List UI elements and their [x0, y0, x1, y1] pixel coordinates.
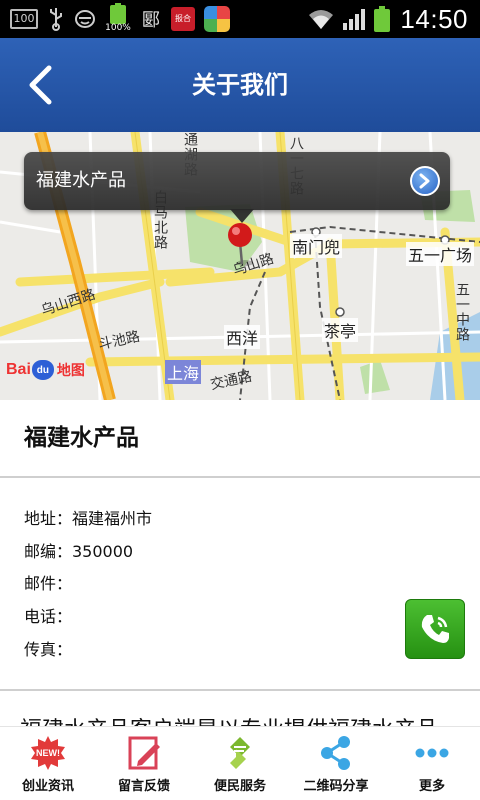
usb-icon — [47, 6, 65, 32]
company-name: 福建水产品 — [24, 425, 139, 451]
service-icon — [222, 735, 258, 771]
bottom-tab-bar: NEW! 创业资讯 留言反馈 便民服务 二维码分享 更多 — [0, 726, 480, 800]
battery-percent-text: 100% — [105, 23, 131, 33]
more-icon — [414, 735, 450, 771]
tab-more[interactable]: 更多 — [384, 727, 480, 800]
place-label-shanghai: 上海 — [165, 360, 202, 384]
email-row[interactable]: 邮件： — [24, 570, 72, 594]
postcode-row: 邮编：350000 — [24, 542, 134, 561]
tab-business-news[interactable]: NEW! 创业资讯 — [0, 727, 96, 800]
status-bar: 100 100% 郾 报合 14:50 — [0, 0, 480, 38]
place-label-xiyang: 西洋 — [224, 325, 261, 349]
phone-icon — [421, 615, 449, 643]
chevron-right-icon — [419, 173, 430, 189]
place-label-nanmendou: 南门兜 — [290, 234, 343, 258]
notification-icons: 100 100% 郾 报合 — [10, 3, 230, 34]
call-button[interactable] — [405, 599, 465, 659]
map-view[interactable]: 通湖路 白马北路 八一七路 乌山路 乌山西路 斗池路 交通路 五一中路 南门兜 … — [0, 132, 480, 400]
callout-pointer — [230, 209, 254, 223]
page-title: 关于我们 — [192, 71, 288, 99]
address-row: 地址：福建福州市 — [24, 509, 153, 528]
tab-services[interactable]: 便民服务 — [192, 727, 288, 800]
battery-icon — [374, 6, 392, 32]
fax-row: 传真： — [24, 640, 73, 659]
svg-text:NEW!: NEW! — [36, 748, 60, 758]
map-callout[interactable]: 福建水产品 — [24, 152, 450, 223]
clock: 14:50 — [400, 3, 468, 34]
hundred-icon: 100 — [10, 9, 38, 29]
wifi-icon — [309, 10, 334, 29]
callout-detail-button[interactable] — [410, 166, 440, 196]
share-icon — [318, 735, 354, 771]
road-label-wuyi-middle: 五一中路 — [454, 282, 470, 342]
divider — [0, 476, 480, 478]
reader-icon: 郾 — [142, 10, 160, 31]
system-icons: 14:50 — [308, 4, 468, 34]
callout-title: 福建水产品 — [36, 170, 126, 191]
place-label-chating: 茶亭 — [322, 318, 359, 342]
phone-row[interactable]: 电话： — [24, 603, 72, 627]
baidu-paw-icon: du — [31, 360, 54, 380]
title-bar: 关于我们 — [0, 38, 480, 132]
news-app-icon: 报合 — [171, 7, 195, 31]
game-center-icon — [204, 6, 230, 32]
new-badge-icon: NEW! — [30, 735, 66, 771]
battery-full-notification-icon: 100% — [105, 3, 131, 33]
location-pin-icon[interactable] — [224, 222, 258, 270]
signal-icon — [343, 9, 366, 30]
baidu-map-logo: Bai du 地图 — [6, 360, 85, 380]
edit-note-icon — [126, 735, 162, 771]
place-label-wuyi-square: 五一广场 — [406, 242, 475, 266]
divider — [0, 689, 480, 691]
tab-feedback[interactable]: 留言反馈 — [96, 727, 192, 800]
emoji-icon — [74, 6, 96, 32]
tab-qr-share[interactable]: 二维码分享 — [288, 727, 384, 800]
